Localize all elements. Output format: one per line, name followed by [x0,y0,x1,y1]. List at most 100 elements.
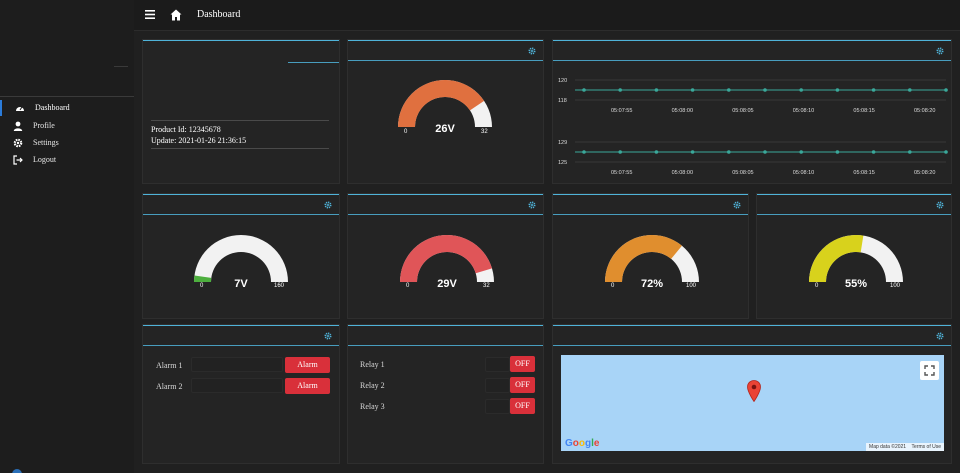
series-point [582,88,586,92]
hamburger-menu-icon[interactable] [145,10,155,19]
product-id-text: Product Id: 12345678 [151,125,221,134]
gauge-dial [194,235,288,282]
gauge-max: 100 [890,283,901,289]
sidebar-item-label: Dashboard [35,103,70,112]
y-tick-label: 118 [558,98,567,104]
series-point [727,88,731,92]
x-tick-label: 05:08:10 [793,170,814,176]
series-point [690,150,695,154]
x-tick-label: 05:08:05 [732,170,753,176]
series-point [908,150,912,154]
x-tick-label: 05:08:15 [853,108,874,114]
y-tick-label: 120 [558,78,567,84]
series-point [871,88,876,92]
realtime-chart-card: 120 118 05:07:55 05:08:00 05:08:05 05:08:10 05… [552,39,952,184]
relay-off-button[interactable]: OFF [510,398,535,414]
alarm-button[interactable]: Alarm [285,357,330,373]
series-point [944,150,948,154]
relays-card: Relay 1 OFF Relay 2 OFF Relay 3 OFF [347,324,544,464]
series-point [908,88,912,92]
series-point [835,88,840,92]
alarm-status-field [191,378,283,393]
relay-toggle-track[interactable] [485,399,510,414]
x-tick-label: 05:07:55 [611,170,632,176]
x-tick-label: 05:07:55 [611,108,632,114]
map-card: Google Map data ©2021 Terms of Use [552,324,952,464]
top-navbar: Dashboard [0,0,960,31]
settings-gear-icon[interactable] [324,332,332,340]
series-point [871,150,876,154]
relay-off-button[interactable]: OFF [510,356,535,372]
sidebar-divider [114,66,128,67]
y-tick-label: 125 [558,160,567,166]
gauge-min: 0 [611,283,615,289]
map-attribution: Map data ©2021 Terms of Use [866,443,944,451]
alarm-status-field [191,357,283,372]
relay-toggle-track[interactable] [485,378,510,393]
gauge-min: 0 [815,283,819,289]
settings-gear-icon[interactable] [936,201,944,209]
relay-off-button[interactable]: OFF [510,377,535,393]
settings-gear-icon[interactable] [733,201,741,209]
series-point [763,150,767,154]
gear-icon [13,138,23,148]
location-pin-icon[interactable] [747,380,761,402]
series-point [727,150,731,154]
series-point [763,88,767,92]
map-data-text: Map data ©2021 [869,444,907,450]
sidebar-item-profile[interactable]: Profile [0,118,134,134]
gauge-min: 0 [200,283,204,289]
settings-gear-icon[interactable] [324,201,332,209]
terms-link[interactable]: Terms of Use [912,444,941,450]
user-icon [13,121,23,131]
map-view[interactable]: Google Map data ©2021 Terms of Use [561,355,944,451]
relay-label: Relay 1 [360,360,385,369]
series-point [582,150,586,154]
page-title: Dashboard [197,9,241,20]
settings-gear-icon[interactable] [528,47,536,55]
gauge-dial [400,235,494,282]
series-point [835,150,840,154]
sidebar-item-label: Settings [33,138,59,147]
device-info-card: Product Id: 12345678 Update: 2021-01-26 … [142,39,340,184]
gauge-dial [809,235,903,282]
percentage-gauge-card: 0 72% 100 [552,193,749,319]
gauge-dial [398,80,492,127]
status-indicator [12,469,22,473]
sidebar: Dashboard Profile Settings Logout [0,31,134,473]
settings-gear-icon[interactable] [936,332,944,340]
relay-label: Relay 3 [360,402,385,411]
settings-gear-icon[interactable] [936,47,944,55]
gauge-fill [398,80,485,127]
line-chart: 120 118 05:07:55 05:08:00 05:08:05 05:08:10 05… [558,78,948,176]
gauge-value: 26V [435,123,455,135]
brand-area [0,0,134,31]
relay-toggle-track[interactable] [485,357,510,372]
dashboard-main: Product Id: 12345678 Update: 2021-01-26 … [134,31,960,473]
fullscreen-button[interactable] [920,361,939,380]
alarms-card: Alarm 1 Alarm Alarm 2 Alarm [142,324,340,464]
gauge-min: 0 [404,129,408,135]
x-tick-label: 05:08:00 [672,170,693,176]
series-point [799,88,803,92]
gauge-value: 29V [437,278,457,290]
alarm-label: Alarm 2 [156,382,183,391]
sidebar-item-settings[interactable]: Settings [0,135,134,151]
x-tick-label: 05:08:20 [914,170,935,176]
home-icon[interactable] [170,9,182,21]
gauge-dial [605,235,699,282]
x-tick-label: 05:08:15 [853,170,874,176]
sidebar-divider [0,96,134,97]
sidebar-item-dashboard[interactable]: Dashboard [0,100,134,116]
series-point [654,88,659,92]
gauge-max: 160 [274,283,285,289]
alarm-button[interactable]: Alarm [285,378,330,394]
sidebar-item-logout[interactable]: Logout [0,152,134,168]
gauge-fill [605,235,682,282]
series-point [654,150,659,154]
settings-gear-icon[interactable] [528,201,536,209]
x-tick-label: 05:08:00 [672,108,693,114]
alarm-label: Alarm 1 [156,361,183,370]
x-tick-label: 05:08:05 [732,108,753,114]
x-tick-label: 05:08:10 [793,108,814,114]
